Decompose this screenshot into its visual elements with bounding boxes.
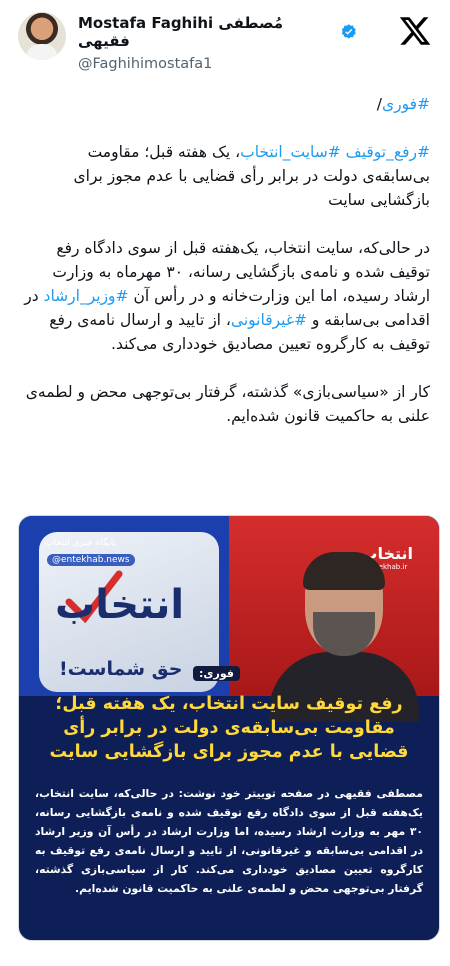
author-handle[interactable]: @Faghihimostafa1 <box>78 56 358 72</box>
tweet-text: #فوری/ #رفع_توقیف #سایت_انتخاب، یک هفته … <box>20 92 430 452</box>
avatar-shirt <box>26 44 58 60</box>
x-logo-icon[interactable] <box>398 14 432 48</box>
breaking-label: فوری: <box>193 666 240 681</box>
person-beard <box>313 612 375 656</box>
hashtag-link[interactable]: #غیرقانونی <box>231 311 307 329</box>
media-headline: رفع توقیف سایت انتخاب، یک هفته قبل؛ مقاو… <box>49 694 409 762</box>
tweet-paragraph-2: در حالی‌که، سایت انتخاب، یک‌هفته قبل از … <box>20 236 430 356</box>
tweet-header: Mostafa Faghihi مُصطفی فقیهی @Faghihimos… <box>0 0 450 80</box>
media-body-text: مصطفی فقیهی در صفحه توییتر خود نوشت: در … <box>35 787 423 895</box>
name-row: Mostafa Faghihi مُصطفی فقیهی <box>78 14 358 50</box>
display-name[interactable]: Mostafa Faghihi مُصطفی فقیهی <box>78 14 334 50</box>
logo-caption: پایگاه خبری انتخاب <box>45 538 116 548</box>
hashtag-link[interactable]: #رفع_توقیف <box>346 143 430 161</box>
hashtag-link[interactable]: #فوری <box>382 95 430 113</box>
logo-tagline: حق شماست! <box>59 658 183 680</box>
avatar[interactable] <box>18 12 66 60</box>
person-hair <box>303 552 385 590</box>
tweet-media-image[interactable]: پایگاه خبری انتخاب @entekhab.news انتخاب… <box>18 515 440 941</box>
logo-word: انتخاب <box>55 582 185 628</box>
hashtag-link[interactable]: #سایت_انتخاب <box>240 143 341 161</box>
tweet-line-urgent: #فوری/ <box>20 92 430 116</box>
minister-photo <box>269 552 419 722</box>
tweet-paragraph-1: #رفع_توقیف #سایت_انتخاب، یک هفته قبل؛ مق… <box>20 140 431 212</box>
hashtag-link[interactable]: #وزیر_ارشاد <box>44 287 129 305</box>
author-block[interactable]: Mostafa Faghihi مُصطفی فقیهی @Faghihimos… <box>78 14 358 72</box>
verified-badge-icon <box>342 24 357 39</box>
logo-site: @entekhab.news <box>47 554 135 566</box>
tweet-paragraph-3: کار از «سیاسی‌بازی» گذشته، گرفتار بی‌توج… <box>25 383 430 425</box>
